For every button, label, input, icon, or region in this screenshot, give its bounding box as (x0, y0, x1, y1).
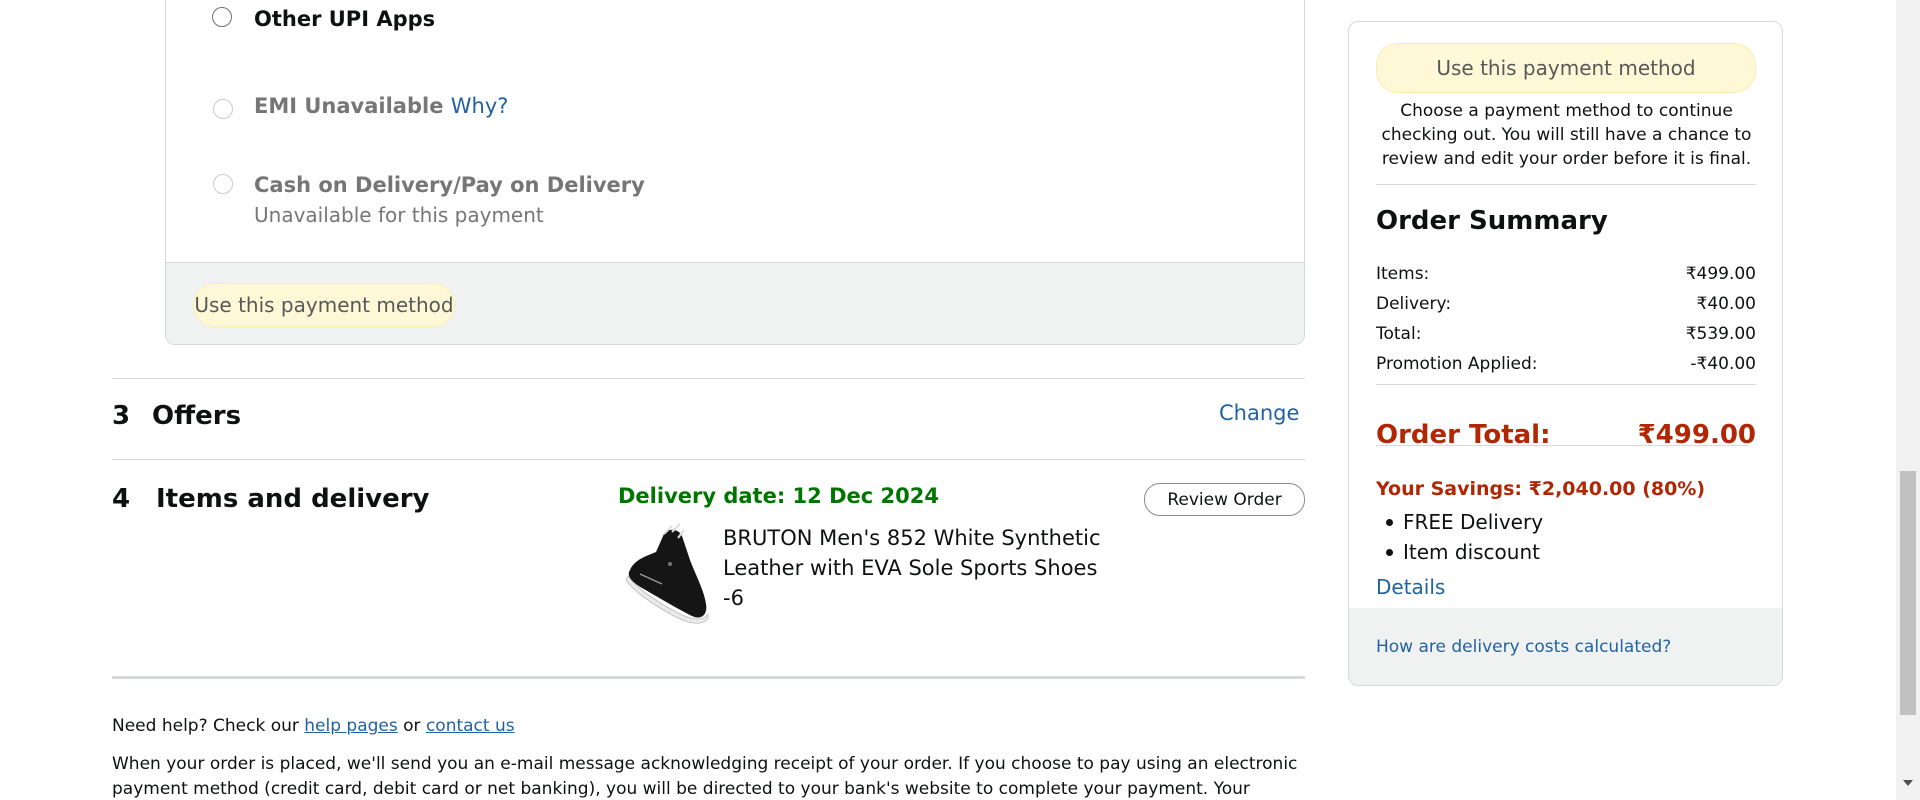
product-shoe-image[interactable] (620, 520, 710, 625)
items-step-number: 4 (112, 484, 131, 514)
emi-radio (213, 99, 233, 119)
items-delivery-title: Items and delivery (156, 484, 430, 514)
product-name[interactable]: BRUTON Men's 852 White Synthetic Leather… (723, 523, 1123, 613)
cod-label: Cash on Delivery/Pay on Delivery (254, 173, 645, 197)
summary-row-delivery: Delivery: ₹40.00 (1376, 294, 1756, 314)
summary-row-total: Total: ₹539.00 (1376, 324, 1756, 344)
delivery-date: Delivery date: 12 Dec 2024 (618, 484, 939, 508)
cod-radio (213, 174, 233, 194)
help-or: or (403, 716, 421, 736)
help-prefix: Need help? Check our (112, 716, 299, 736)
emi-why-link[interactable]: Why? (451, 94, 509, 118)
summary-row-label: Total: (1376, 324, 1422, 344)
summary-row-items: Items: ₹499.00 (1376, 264, 1756, 284)
divider (112, 459, 1305, 460)
summary-divider (1376, 184, 1756, 185)
order-summary-title: Order Summary (1376, 206, 1608, 236)
help-line: Need help? Check our help pages or conta… (112, 716, 515, 736)
page-scrollbar[interactable] (1896, 0, 1920, 800)
savings-details-link[interactable]: Details (1376, 575, 1445, 599)
payment-method-note: Choose a payment method to continue chec… (1381, 101, 1752, 169)
summary-row-promotion: Promotion Applied: -₹40.00 (1376, 354, 1756, 374)
scroll-down-arrow-icon[interactable] (1903, 780, 1913, 786)
payment-footer: Use this payment method (166, 262, 1304, 344)
help-pages-link[interactable]: help pages (304, 716, 397, 736)
summary-row-value: ₹40.00 (1696, 294, 1756, 314)
summary-row-label: Promotion Applied: (1376, 354, 1538, 374)
cod-unavailable-text: Unavailable for this payment (254, 203, 544, 227)
use-payment-method-button[interactable]: Use this payment method (193, 283, 455, 327)
scrollbar-thumb[interactable] (1900, 471, 1916, 715)
summary-row-label: Delivery: (1376, 294, 1452, 314)
summary-row-label: Items: (1376, 264, 1430, 284)
payment-method-panel: Other UPI Apps EMI Unavailable Why? Cash… (165, 0, 1305, 345)
summary-divider (1376, 384, 1756, 385)
summary-row-value: ₹539.00 (1685, 324, 1756, 344)
order-summary-panel: Use this payment method Choose a payment… (1348, 21, 1783, 686)
list-item: Item discount (1376, 537, 1543, 567)
savings-benefits-list: FREE Delivery Item discount (1376, 507, 1543, 567)
emi-label: EMI Unavailable Why? (254, 94, 508, 118)
offers-change-link[interactable]: Change (1219, 401, 1299, 425)
offers-title: Offers (152, 401, 242, 431)
list-item: FREE Delivery (1376, 507, 1543, 537)
offers-step-number: 3 (112, 401, 131, 431)
summary-row-value: -₹40.00 (1690, 354, 1756, 374)
summary-use-payment-method-button[interactable]: Use this payment method (1376, 43, 1756, 93)
delivery-costs-link[interactable]: How are delivery costs calculated? (1376, 637, 1671, 657)
other-upi-radio[interactable] (212, 7, 232, 27)
summary-footer: How are delivery costs calculated? (1349, 608, 1782, 685)
footer-divider (112, 676, 1305, 679)
contact-us-link[interactable]: contact us (426, 716, 515, 736)
other-upi-label[interactable]: Other UPI Apps (254, 7, 435, 31)
order-notice: When your order is placed, we'll send yo… (112, 754, 1298, 799)
emi-unavailable-text: EMI Unavailable (254, 94, 444, 118)
review-order-button[interactable]: Review Order (1144, 483, 1305, 516)
summary-row-value: ₹499.00 (1685, 264, 1756, 284)
savings-text: Your Savings: ₹2,040.00 (80%) (1376, 478, 1706, 500)
divider (112, 378, 1305, 379)
summary-divider (1376, 445, 1748, 446)
